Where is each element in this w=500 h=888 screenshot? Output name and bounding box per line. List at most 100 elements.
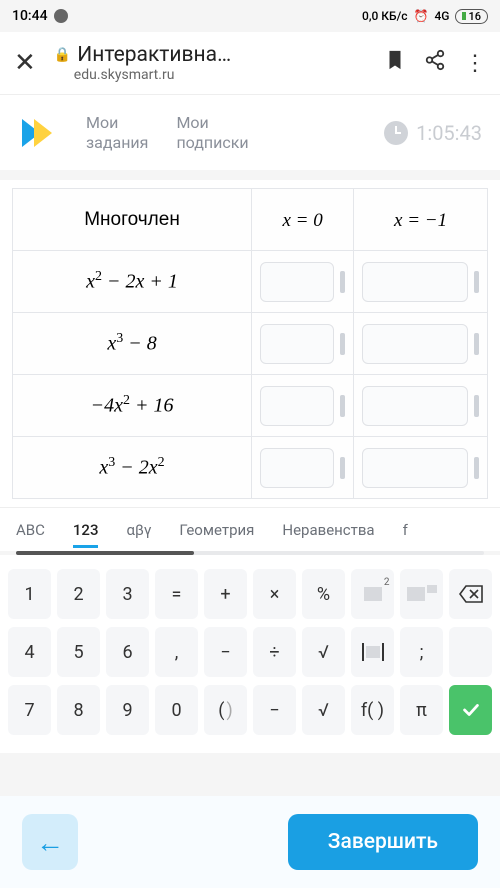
timer-value: 1:05:43 [416, 121, 482, 145]
key-7[interactable]: 7 [8, 685, 51, 735]
key-backspace[interactable] [449, 569, 492, 619]
poly-cell: −4x2 + 16 [13, 375, 252, 437]
backspace-icon [458, 584, 484, 604]
net-speed: 0,0 КБ/с [362, 9, 408, 23]
drag-handle-icon[interactable] [474, 457, 479, 479]
key-minus2[interactable]: − [253, 685, 296, 735]
key-1[interactable]: 1 [8, 569, 51, 619]
table-row: x2 − 2x + 1 [13, 251, 488, 313]
answer-input[interactable] [362, 448, 479, 488]
tab-geometry[interactable]: Геометрия [179, 521, 254, 539]
answer-input[interactable] [362, 262, 479, 302]
key-pi[interactable]: π [400, 685, 443, 735]
share-icon[interactable] [424, 49, 446, 77]
drag-handle-icon[interactable] [340, 457, 345, 479]
key-5[interactable]: 5 [57, 627, 100, 677]
finish-label: Завершить [328, 830, 438, 854]
table-row: x3 − 2x2 [13, 437, 488, 499]
status-time: 10:44 [12, 8, 48, 24]
square-icon [364, 587, 382, 601]
key-blank-1[interactable] [449, 627, 492, 677]
key-4[interactable]: 4 [8, 627, 51, 677]
keyboard-tabs: ABC 123 αβγ Геометрия Неравенства f [0, 507, 500, 551]
key-0[interactable]: 0 [155, 685, 198, 735]
hdr-polynomial: Многочлен [13, 189, 252, 251]
answer-input[interactable] [362, 386, 479, 426]
abs-icon [362, 643, 384, 661]
key-semicolon[interactable]: ; [400, 627, 443, 677]
drag-handle-icon[interactable] [474, 333, 479, 355]
key-percent[interactable]: % [302, 569, 345, 619]
key-equals[interactable]: = [155, 569, 198, 619]
key-minus[interactable]: − [204, 627, 247, 677]
key-abs[interactable] [351, 627, 394, 677]
answer-input[interactable] [260, 262, 345, 302]
key-plus[interactable]: + [204, 569, 247, 619]
task-table-wrap: Многочлен x = 0 x = −1 x2 − 2x + 1 x3 − … [0, 180, 500, 507]
footer-bar: ← Завершить [0, 796, 500, 888]
back-button[interactable]: ← [22, 814, 78, 870]
nav-my-tasks[interactable]: Мои задания [86, 113, 148, 153]
app-logo-icon[interactable] [18, 113, 58, 153]
timer: 1:05:43 [384, 121, 482, 145]
hdr-x-0: x = 0 [252, 189, 354, 251]
dnd-icon [54, 9, 68, 23]
check-icon [460, 699, 482, 721]
alarm-icon: ⏰ [414, 9, 429, 23]
arrow-left-icon: ← [36, 826, 64, 859]
url-block[interactable]: 🔒 Интерактивна… edu.skysmart.ru [54, 43, 366, 83]
tab-scroll-indicator [16, 551, 484, 555]
key-fn[interactable]: f( ) [351, 685, 394, 735]
finish-button[interactable]: Завершить [288, 814, 478, 870]
key-multiply[interactable]: × [253, 569, 296, 619]
drag-handle-icon[interactable] [474, 395, 479, 417]
poly-cell: x2 − 2x + 1 [13, 251, 252, 313]
key-sqrt2[interactable]: √ [302, 685, 345, 735]
key-power-box[interactable] [400, 569, 443, 619]
hdr-x-neg1: x = −1 [354, 189, 488, 251]
drag-handle-icon[interactable] [474, 271, 479, 293]
answer-input[interactable] [260, 386, 345, 426]
key-6[interactable]: 6 [106, 627, 149, 677]
page-url: edu.skysmart.ru [74, 67, 366, 83]
tab-inequalities[interactable]: Неравенства [282, 521, 374, 539]
table-row: −4x2 + 16 [13, 375, 488, 437]
key-sqrt[interactable]: √ [302, 627, 345, 677]
key-square[interactable] [351, 569, 394, 619]
answer-input[interactable] [260, 448, 345, 488]
key-parens[interactable]: () [204, 685, 247, 735]
battery-indicator: 16 [455, 9, 488, 24]
tab-greek[interactable]: αβγ [126, 521, 151, 539]
lock-icon: 🔒 [54, 47, 71, 63]
poly-cell: x3 − 8 [13, 313, 252, 375]
key-comma[interactable]: , [155, 627, 198, 677]
poly-cell: x3 − 2x2 [13, 437, 252, 499]
close-icon[interactable]: ✕ [14, 48, 36, 78]
key-8[interactable]: 8 [57, 685, 100, 735]
app-nav-bar: Мои задания Мои подписки 1:05:43 [0, 94, 500, 170]
status-left: 10:44 [12, 8, 362, 24]
drag-handle-icon[interactable] [340, 395, 345, 417]
key-9[interactable]: 9 [106, 685, 149, 735]
key-3[interactable]: 3 [106, 569, 149, 619]
browser-toolbar: ✕ 🔒 Интерактивна… edu.skysmart.ru ⋮ [0, 32, 500, 94]
android-status-bar: 10:44 0,0 КБ/с ⏰ 4G 16 [0, 0, 500, 32]
answer-input[interactable] [362, 324, 479, 364]
status-right: 0,0 КБ/с ⏰ 4G 16 [362, 9, 488, 24]
tab-123[interactable]: 123 [73, 521, 99, 548]
nav-my-subs[interactable]: Мои подписки [176, 113, 248, 153]
tab-abc[interactable]: ABC [16, 521, 45, 539]
answer-input[interactable] [260, 324, 345, 364]
key-divide[interactable]: ÷ [253, 627, 296, 677]
bookmark-icon[interactable] [384, 49, 406, 77]
page-title: Интерактивна… [77, 43, 231, 67]
drag-handle-icon[interactable] [340, 271, 345, 293]
key-confirm[interactable] [449, 685, 492, 735]
drag-handle-icon[interactable] [340, 333, 345, 355]
clock-icon [384, 121, 408, 145]
signal-4g-icon: 4G [434, 9, 449, 23]
tab-functions[interactable]: f [403, 521, 408, 539]
table-row: x3 − 8 [13, 313, 488, 375]
menu-dots-icon[interactable]: ⋮ [464, 51, 486, 76]
key-2[interactable]: 2 [57, 569, 100, 619]
